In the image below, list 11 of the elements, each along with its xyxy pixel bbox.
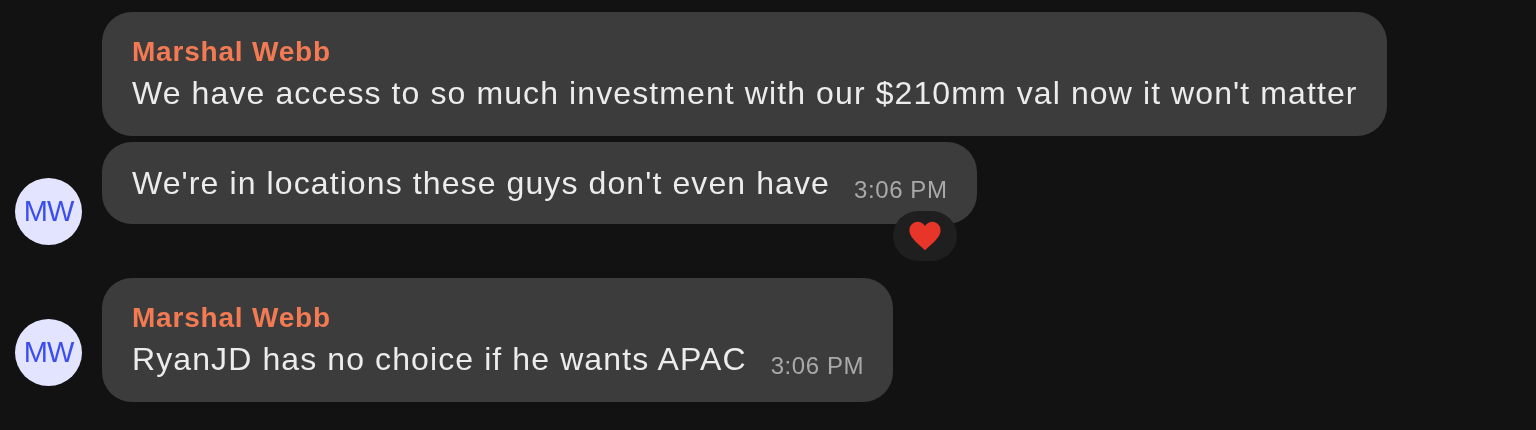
sender-name[interactable]: Marshal Webb xyxy=(132,36,1358,68)
heart-icon xyxy=(907,220,942,252)
avatar[interactable]: MW xyxy=(15,178,82,245)
avatar[interactable]: MW xyxy=(15,319,82,386)
timestamp: 3:06 PM xyxy=(853,176,948,204)
timestamp: 3:06 PM xyxy=(770,352,865,380)
message-text: We have access to so much investment with our $210mm val now it won't matter xyxy=(132,74,1358,112)
sender-name[interactable]: Marshal Webb xyxy=(132,302,865,334)
message-text: We're in locations these guys don't even have xyxy=(132,164,830,202)
message-text: RyanJD has no choice if he wants APAC xyxy=(132,340,747,378)
reaction-pill[interactable] xyxy=(892,211,957,261)
